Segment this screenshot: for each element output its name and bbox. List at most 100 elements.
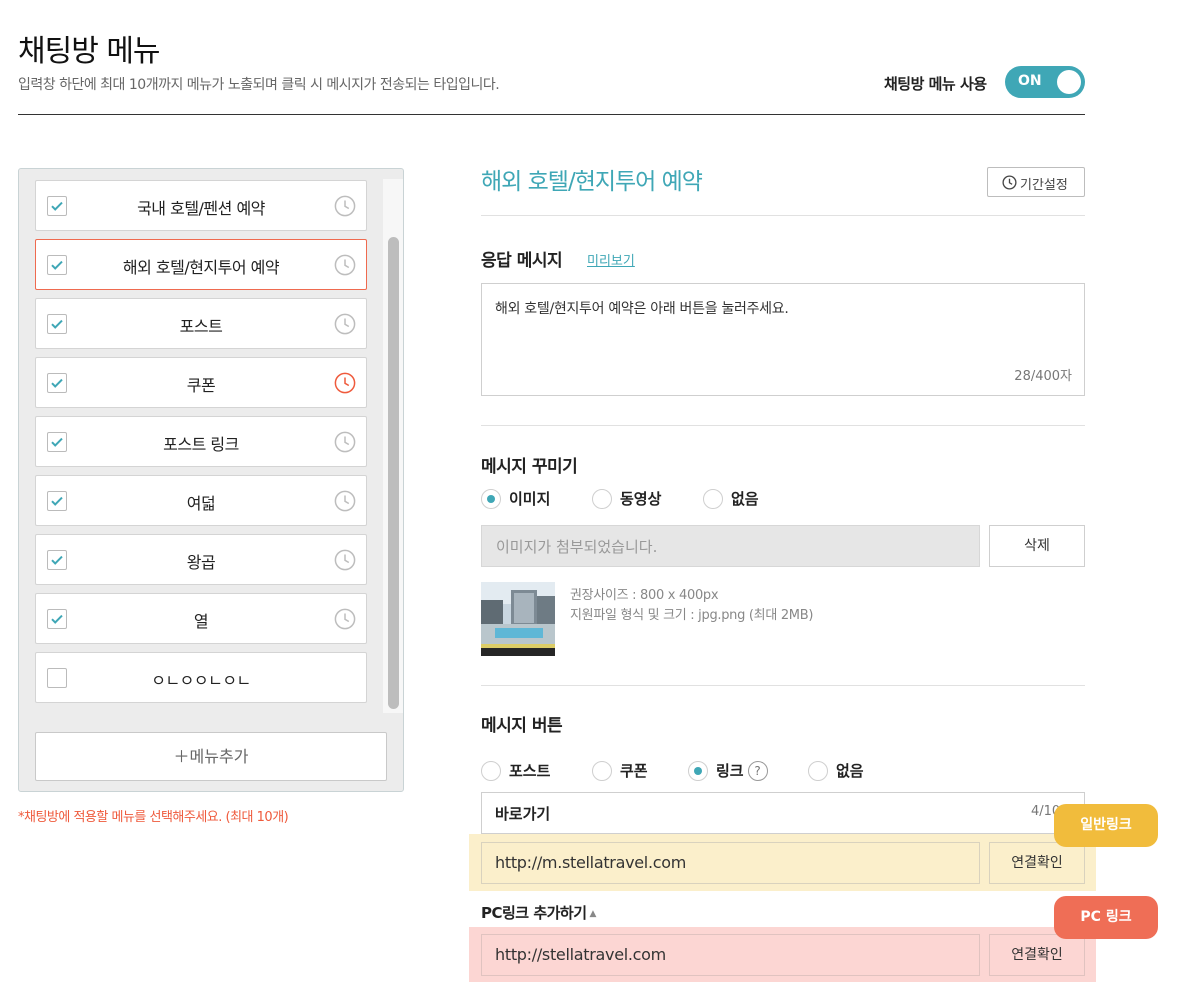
menu-item-label: 해외 호텔/현지투어 예약 bbox=[122, 258, 280, 277]
radio-label: 없음 bbox=[836, 762, 864, 780]
radio-dot bbox=[703, 488, 723, 509]
scrollbar-thumb[interactable] bbox=[388, 237, 399, 709]
menu-item-checkbox[interactable] bbox=[47, 255, 67, 275]
decorate-section-label: 메시지 꾸미기 bbox=[481, 457, 578, 477]
menu-item-label: 국내 호텔/펜션 예약 bbox=[137, 199, 265, 218]
period-setting-label: 기간설정 bbox=[1020, 178, 1068, 193]
menu-list-panel: 국내 호텔/펜션 예약해외 호텔/현지투어 예약포스트쿠폰포스트 링크여덟왕곱열… bbox=[18, 168, 404, 792]
radio-dot bbox=[808, 760, 828, 781]
menu-item-checkbox[interactable] bbox=[47, 668, 67, 688]
check-icon bbox=[51, 201, 63, 211]
general-link-tag: 일반링크 bbox=[1054, 804, 1158, 847]
radio-label: 링크 bbox=[716, 762, 744, 780]
help-icon[interactable]: ? bbox=[747, 760, 768, 781]
button-name-input[interactable]: 바로가기 4/10 bbox=[481, 792, 1085, 834]
reply-section-label: 응답 메시지 bbox=[481, 251, 563, 271]
menu-item[interactable]: 포스트 링크 bbox=[35, 416, 367, 467]
caret-up-icon: ▲ bbox=[589, 909, 597, 919]
check-icon bbox=[51, 614, 63, 624]
menu-item-checkbox[interactable] bbox=[47, 314, 67, 334]
check-icon bbox=[51, 378, 63, 388]
menu-list: 국내 호텔/펜션 예약해외 호텔/현지투어 예약포스트쿠폰포스트 링크여덟왕곱열… bbox=[35, 180, 367, 711]
clock-icon[interactable] bbox=[334, 490, 356, 512]
radio-label: 동영상 bbox=[620, 490, 662, 508]
menu-item-checkbox[interactable] bbox=[47, 196, 67, 216]
check-icon bbox=[51, 319, 63, 329]
menu-item-label: 포스트 bbox=[179, 317, 223, 336]
menu-item[interactable]: 열 bbox=[35, 593, 367, 644]
detail-title: 해외 호텔/현지투어 예약 bbox=[481, 169, 703, 195]
menu-item[interactable]: 국내 호텔/펜션 예약 bbox=[35, 180, 367, 231]
menu-item-checkbox[interactable] bbox=[47, 609, 67, 629]
radio-label: 없음 bbox=[731, 490, 759, 508]
clock-icon[interactable] bbox=[334, 372, 356, 394]
menu-item-checkbox[interactable] bbox=[47, 550, 67, 570]
menu-item[interactable]: 쿠폰 bbox=[35, 357, 367, 408]
radio-image[interactable]: 이미지 bbox=[481, 488, 550, 509]
menu-item-label: 쿠폰 bbox=[186, 376, 216, 395]
radio-label: 이미지 bbox=[509, 490, 551, 508]
menu-item-label: 포스트 링크 bbox=[163, 435, 239, 454]
toggle-knob bbox=[1057, 70, 1081, 94]
pc-link-toggle[interactable]: PC링크 추가하기 ▲ bbox=[481, 902, 596, 923]
section-divider bbox=[481, 215, 1085, 216]
attached-image-thumbnail bbox=[481, 582, 555, 656]
menu-item-checkbox[interactable] bbox=[47, 491, 67, 511]
radio-label: 쿠폰 bbox=[620, 762, 648, 780]
clock-icon[interactable] bbox=[334, 431, 356, 453]
menu-item-label: 열 bbox=[193, 612, 209, 631]
menu-item[interactable]: 포스트 bbox=[35, 298, 367, 349]
header-divider bbox=[18, 114, 1085, 115]
menu-item-checkbox[interactable] bbox=[47, 373, 67, 393]
image-format-info: 지원파일 형식 및 크기 : jpg.png (최대 2MB) bbox=[570, 608, 814, 623]
image-guide: 권장사이즈 : 800 x 400px 지원파일 형식 및 크기 : jpg.p… bbox=[570, 586, 813, 626]
pc-link-tag: PC 링크 bbox=[1054, 896, 1158, 939]
check-icon bbox=[51, 437, 63, 447]
radio-button-none[interactable]: 없음 bbox=[808, 760, 864, 781]
clock-icon[interactable] bbox=[334, 313, 356, 335]
mobile-url-input[interactable]: http://m.stellatravel.com bbox=[481, 842, 980, 884]
menu-item[interactable]: 여덟 bbox=[35, 475, 367, 526]
add-menu-button[interactable]: ＋메뉴추가 bbox=[35, 732, 387, 781]
menu-item[interactable]: 왕곱 bbox=[35, 534, 367, 585]
period-setting-button[interactable]: 기간설정 bbox=[987, 167, 1085, 197]
menu-item-label: 왕곱 bbox=[186, 553, 216, 572]
section-divider bbox=[481, 425, 1085, 426]
image-status-field: 이미지가 첨부되었습니다. bbox=[481, 525, 980, 567]
radio-dot bbox=[481, 488, 501, 509]
radio-post[interactable]: 포스트 bbox=[481, 760, 550, 781]
check-icon bbox=[51, 260, 63, 270]
verify-pc-link-button[interactable]: 연결확인 bbox=[989, 934, 1085, 976]
pc-link-toggle-label: PC링크 추가하기 bbox=[481, 904, 587, 922]
clock-icon[interactable] bbox=[334, 608, 356, 630]
radio-none[interactable]: 없음 bbox=[703, 488, 759, 509]
radio-dot bbox=[592, 488, 612, 509]
delete-image-button[interactable]: 삭제 bbox=[989, 525, 1085, 567]
section-divider bbox=[481, 685, 1085, 686]
radio-coupon[interactable]: 쿠폰 bbox=[592, 760, 648, 781]
reply-message-textarea[interactable]: 해외 호텔/현지투어 예약은 아래 버튼을 눌러주세요. 28/400자 bbox=[481, 283, 1085, 396]
menu-item[interactable]: ㅇㄴㅇㅇㄴㅇㄴ bbox=[35, 652, 367, 703]
menu-item[interactable]: 해외 호텔/현지투어 예약 bbox=[35, 239, 367, 290]
clock-icon[interactable] bbox=[334, 195, 356, 217]
menu-item-checkbox[interactable] bbox=[47, 432, 67, 452]
reply-char-count: 28/400자 bbox=[1014, 369, 1072, 384]
menu-toggle-label: 채팅방 메뉴 사용 bbox=[884, 75, 987, 93]
button-name-value: 바로가기 bbox=[495, 805, 551, 823]
radio-dot bbox=[592, 760, 612, 781]
toggle-state-text: ON bbox=[1018, 73, 1042, 89]
pc-url-input[interactable]: http://stellatravel.com bbox=[481, 934, 980, 976]
check-icon bbox=[51, 555, 63, 565]
preview-link[interactable]: 미리보기 bbox=[587, 250, 635, 269]
radio-link[interactable]: 링크? bbox=[688, 760, 768, 781]
radio-video[interactable]: 동영상 bbox=[592, 488, 661, 509]
menu-toggle-switch[interactable]: ON bbox=[1005, 66, 1085, 98]
button-section-label: 메시지 버튼 bbox=[481, 716, 563, 736]
clock-icon[interactable] bbox=[334, 254, 356, 276]
radio-label: 포스트 bbox=[509, 762, 551, 780]
clock-icon bbox=[1002, 175, 1017, 190]
reply-message-text: 해외 호텔/현지투어 예약은 아래 버튼을 눌러주세요. bbox=[495, 301, 789, 317]
clock-icon[interactable] bbox=[334, 549, 356, 571]
verify-mobile-link-button[interactable]: 연결확인 bbox=[989, 842, 1085, 884]
menu-select-note: *채팅방에 적용할 메뉴를 선택해주세요. (최대 10개) bbox=[18, 810, 289, 825]
